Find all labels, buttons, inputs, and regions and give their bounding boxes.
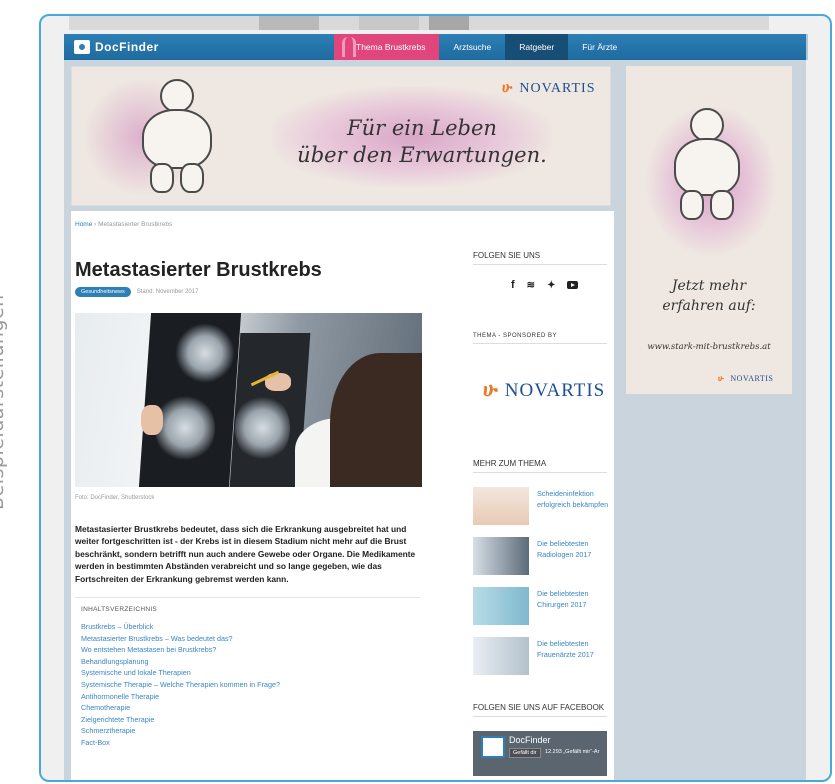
sponsor-label: THEMA - SPONSORED BY xyxy=(473,333,607,344)
related-article[interactable]: Die beliebtesten Radiologen 2017 xyxy=(473,537,614,577)
toc-link[interactable]: Zielgerichtete Therapie xyxy=(81,714,414,726)
toc-link[interactable]: Behandlungsplanung xyxy=(81,656,414,668)
table-of-contents: INHALTSVERZEICHNIS Brustkrebs – Überblic… xyxy=(75,597,420,780)
toc-link[interactable]: Metastasierter Brustkrebs – Was bedeutet… xyxy=(81,633,414,645)
screenshot-frame: DocFinder Thema Brustkrebs Arztsuche Rat… xyxy=(39,14,832,782)
breadcrumb-home[interactable]: Home xyxy=(75,221,92,228)
ad-cta-text: Jetzt mehr erfahren auf: xyxy=(662,278,756,314)
nav-item-thema-brustkrebs[interactable]: Thema Brustkrebs xyxy=(334,34,440,60)
related-title[interactable]: Die beliebtesten Chirurgen 2017 xyxy=(537,588,617,610)
breadcrumb: Home › Metastasierter Brustkrebs xyxy=(75,221,172,228)
novartis-logo: ሁ NOVARTIS xyxy=(502,81,596,96)
twitter-icon[interactable]: ✦ xyxy=(547,280,555,291)
related-thumbnail[interactable] xyxy=(473,587,529,625)
related-thumbnail[interactable] xyxy=(473,487,529,525)
nav-item-fuer-aerzte[interactable]: Für Ärzte xyxy=(568,34,631,60)
facebook-page-name[interactable]: DocFinder xyxy=(509,735,551,745)
toc-link[interactable]: Fact-Box xyxy=(81,737,414,749)
article-meta: Gesundheitsnews Stand: November 2017 xyxy=(75,287,198,297)
toc-link[interactable]: Antihormonelle Therapie xyxy=(81,691,414,703)
figurine-illustration xyxy=(668,108,748,228)
ad-url: www.stark-mit-brustkrebs.at xyxy=(647,342,771,352)
novartis-icon: ሁ xyxy=(502,81,514,96)
toc-link[interactable]: Systemische und lokale Therapien xyxy=(81,667,414,679)
related-thumbnail[interactable] xyxy=(473,537,529,575)
banner-ad[interactable]: ሁ NOVARTIS Für ein Leben über den Erwartu… xyxy=(71,66,611,206)
sponsor-logo[interactable]: ሁ NOVARTIS xyxy=(483,379,605,402)
related-title[interactable]: Scheideninfektion erfolgreich bekämpfen xyxy=(537,488,617,510)
figurine-illustration xyxy=(132,79,222,199)
nav-items: Thema Brustkrebs Arztsuche Ratgeber Für … xyxy=(334,34,631,60)
rss-icon[interactable]: ≋ xyxy=(527,280,535,291)
nav-item-ratgeber[interactable]: Ratgeber xyxy=(505,34,569,60)
breadcrumb-separator: › xyxy=(94,221,97,228)
top-strip xyxy=(69,16,769,30)
main-content: Home › Metastasierter Brustkrebs Metasta… xyxy=(71,211,614,780)
top-navbar: DocFinder Thema Brustkrebs Arztsuche Rat… xyxy=(64,34,806,60)
sidebar-ad[interactable]: Jetzt mehr erfahren auf: www.stark-mit-b… xyxy=(626,66,792,394)
side-caption: Beispieldarstellungen xyxy=(0,294,8,510)
camera-icon xyxy=(74,40,90,54)
related-title[interactable]: Die beliebtesten Radiologen 2017 xyxy=(537,538,617,560)
banner-tagline: Für ein Leben über den Erwartungen. xyxy=(297,116,547,167)
novartis-logo-small: ሁ NOVARTIS xyxy=(718,374,774,383)
toc-link[interactable]: Schmerztherapie xyxy=(81,725,414,737)
novartis-icon: ሁ xyxy=(483,379,499,401)
logo-text: DocFinder xyxy=(95,40,159,54)
related-article[interactable]: Die beliebtesten Chirurgen 2017 xyxy=(473,587,614,627)
article-lead: Metastasierter Brustkrebs bedeutet, dass… xyxy=(75,524,416,584)
toc-link[interactable]: Wo entstehen Metastasen bei Brustkrebs? xyxy=(81,644,414,656)
related-title[interactable]: Die beliebtesten Frauenärzte 2017 xyxy=(537,638,617,660)
toc-link[interactable]: Chemotherapie xyxy=(81,702,414,714)
toc-heading: INHALTSVERZEICHNIS xyxy=(81,606,158,613)
social-icons: f ≋ ✦ xyxy=(511,279,579,291)
related-thumbnail[interactable] xyxy=(473,637,529,675)
facebook-like-button[interactable]: Gefällt dir xyxy=(509,748,541,758)
related-article[interactable]: Die beliebtesten Frauenärzte 2017 xyxy=(473,637,614,677)
more-heading: MEHR ZUM THEMA xyxy=(473,459,607,473)
article-title: Metastasierter Brustkrebs xyxy=(75,259,322,281)
novartis-icon: ሁ xyxy=(718,374,725,383)
category-badge[interactable]: Gesundheitsnews xyxy=(75,287,131,297)
facebook-likes-count: 12.293 „Gefällt mir“-Ar xyxy=(545,749,600,755)
docfinder-logo[interactable]: DocFinder xyxy=(74,39,159,55)
related-article[interactable]: Scheideninfektion erfolgreich bekämpfen xyxy=(473,487,614,527)
breadcrumb-current: Metastasierter Brustkrebs xyxy=(98,221,173,228)
photo-credit: Foto: DocFinder, Shutterstock xyxy=(75,495,155,501)
facebook-icon[interactable]: f xyxy=(511,279,515,291)
docfinder-icon xyxy=(481,736,505,758)
toc-link[interactable]: Systemische Therapie – Welche Therapien … xyxy=(81,679,414,691)
hero-image xyxy=(75,313,422,487)
facebook-heading: FOLGEN SIE UNS AUF FACEBOOK xyxy=(473,703,607,717)
facebook-widget[interactable]: DocFinder Gefällt dir 12.293 „Gefällt mi… xyxy=(473,731,607,776)
article-date: Stand: November 2017 xyxy=(136,289,199,295)
toc-link[interactable]: Brustkrebs – Überblick xyxy=(81,621,414,633)
nav-item-arztsuche[interactable]: Arztsuche xyxy=(439,34,505,60)
youtube-icon[interactable] xyxy=(567,281,579,289)
follow-heading: FOLGEN SIE UNS xyxy=(473,251,607,265)
